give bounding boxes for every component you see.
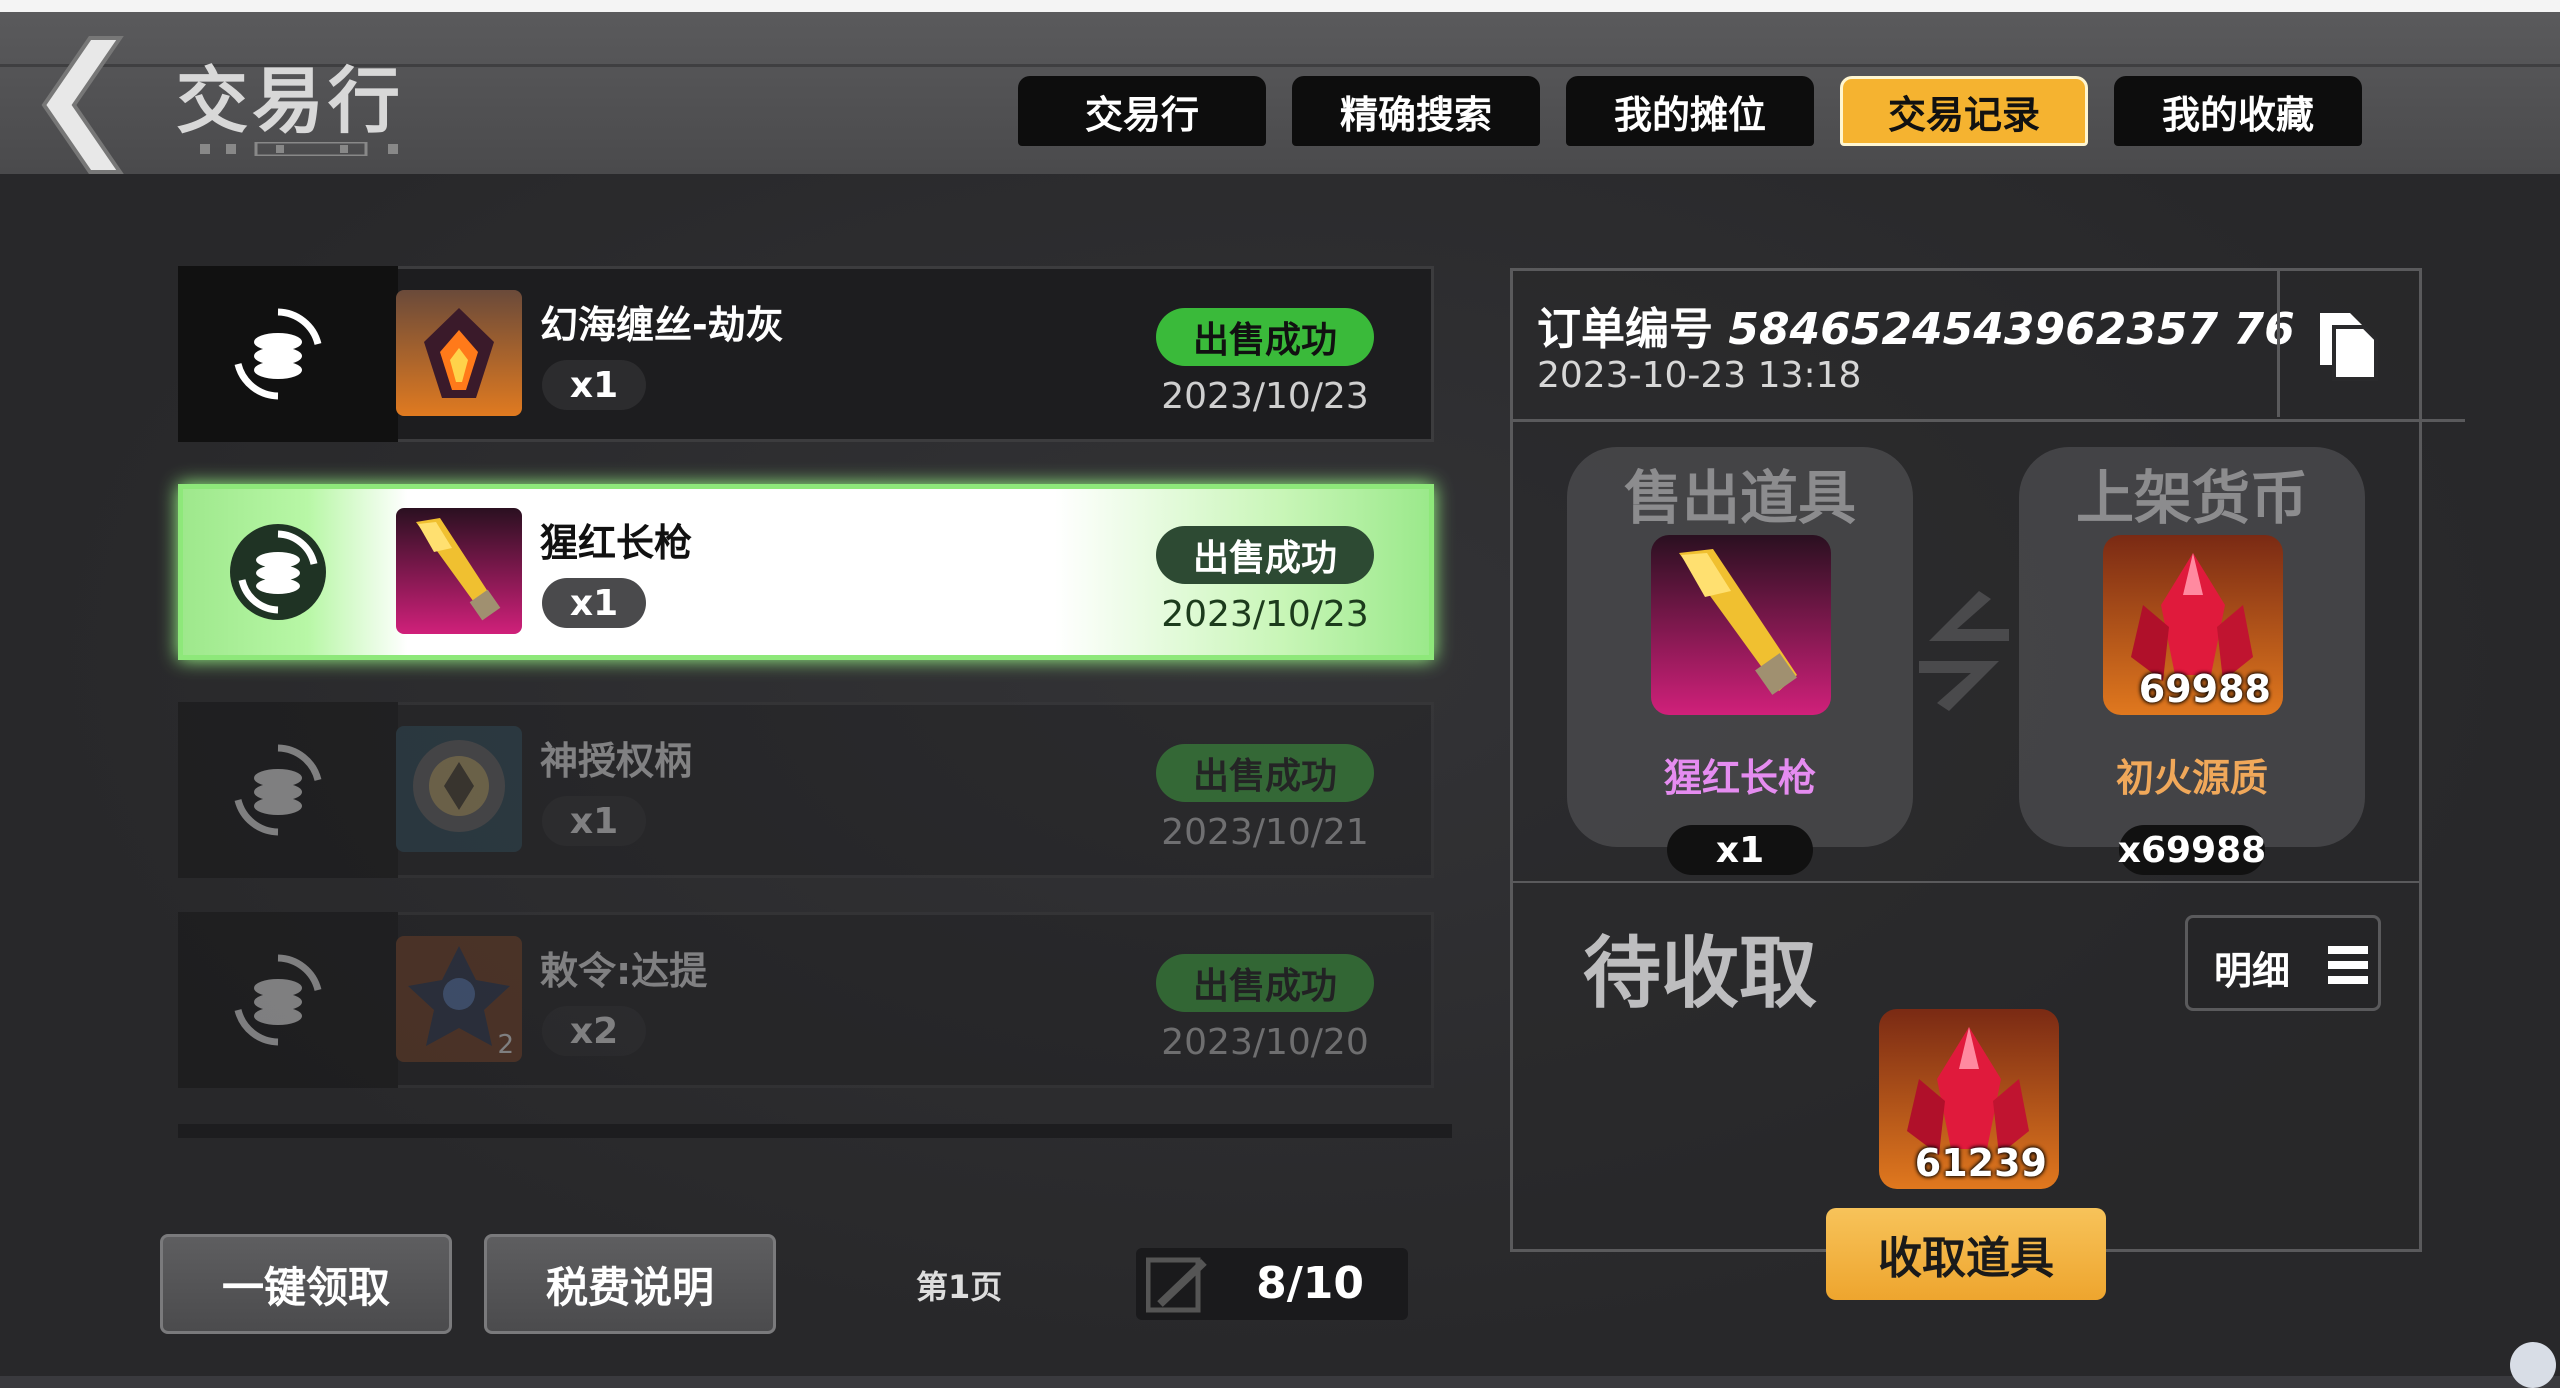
- tab-my-stall[interactable]: 我的摊位: [1566, 76, 1814, 146]
- list-icon: [2328, 946, 2368, 984]
- row-icon-cell: [178, 484, 398, 660]
- record-date: 2023/10/23: [1161, 594, 1369, 635]
- coin-exchange-icon: [230, 524, 326, 620]
- back-button[interactable]: [38, 30, 142, 180]
- tab-market[interactable]: 交易行: [1018, 76, 1266, 146]
- record-row[interactable]: 2 敕令:达提 x2 出售成功 2023/10/20: [178, 912, 1434, 1088]
- edit-icon: [1146, 1257, 1207, 1313]
- window-bottom-strip: [0, 1376, 2560, 1388]
- order-time: 2023-10-23 13:18: [1537, 355, 1862, 396]
- thumb-badge: 2: [497, 1030, 514, 1060]
- record-row[interactable]: 幻海缠丝-劫灰 x1 出售成功 2023/10/23: [178, 266, 1434, 442]
- tax-info-button[interactable]: 税费说明: [484, 1234, 776, 1334]
- crimson-lance-icon: [396, 508, 522, 634]
- exchange-arrows-icon: [1919, 591, 2009, 711]
- status-badge: 出售成功: [1156, 954, 1374, 1012]
- dark-flame-gem-icon: [396, 290, 522, 416]
- list-edge: [178, 1124, 1452, 1138]
- claim-all-button[interactable]: 一键领取: [160, 1234, 452, 1334]
- status-badge: 出售成功: [1156, 744, 1374, 802]
- price-quantity: x69988: [2118, 825, 2266, 875]
- divine-scepter-icon: [396, 726, 522, 852]
- record-date: 2023/10/23: [1161, 376, 1369, 417]
- copy-icon: [2320, 313, 2378, 381]
- item-name: 幻海缠丝-劫灰: [540, 303, 784, 347]
- price-amount-badge: 69988: [2138, 667, 2271, 711]
- page-title: 交易行: [176, 59, 405, 143]
- item-name: 猩红长枪: [540, 521, 693, 565]
- record-date: 2023/10/20: [1161, 1022, 1369, 1063]
- tab-trade-records[interactable]: 交易记录: [1840, 76, 2088, 146]
- record-date: 2023/10/21: [1161, 812, 1369, 853]
- row-icon-cell: [178, 912, 398, 1088]
- row-icon-cell: [178, 702, 398, 878]
- red-crystal-icon: 61239: [1879, 1009, 2059, 1189]
- record-row-selected[interactable]: 猩红长枪 x1 出售成功 2023/10/23: [178, 484, 1434, 660]
- row-icon-cell: [178, 266, 398, 442]
- pending-title: 待收取: [1583, 929, 1818, 1019]
- details-button[interactable]: 明细: [2185, 915, 2381, 1011]
- sold-item-quantity: x1: [1667, 825, 1813, 875]
- page-counter: 8/10: [1136, 1248, 1408, 1320]
- order-number: 订单编号 5846524543962357 76: [1537, 293, 2295, 357]
- page-label: 第1页: [916, 1268, 1003, 1306]
- chevron-left-icon: [41, 36, 124, 174]
- page-count: 8/10: [1256, 1258, 1364, 1309]
- sold-item-name: 猩红长枪: [1663, 756, 1816, 800]
- item-quantity: x1: [542, 360, 646, 410]
- item-name: 敕令:达提: [540, 949, 708, 993]
- details-label: 明细: [2214, 949, 2291, 993]
- price-currency-card: 上架货币 69988 初火源质 x69988: [2019, 447, 2365, 875]
- order-number-value: 5846524543962357 76: [1728, 304, 2295, 355]
- crimson-lance-icon: [1651, 535, 1831, 715]
- item-quantity: x1: [542, 578, 646, 628]
- order-detail-panel: 订单编号 5846524543962357 76 2023-10-23 13:1…: [1510, 268, 2465, 1252]
- window-top-strip: [0, 0, 2560, 12]
- item-quantity: x2: [542, 1006, 646, 1056]
- pending-amount: 61239: [1914, 1141, 2047, 1185]
- order-header: 订单编号 5846524543962357 76 2023-10-23 13:1…: [1513, 271, 2465, 422]
- sold-item-card: 售出道具 猩红长枪 x1: [1567, 447, 1913, 875]
- header-bar: 交易行 交易行 精确搜索 我的摊位 交易记录 我的收藏: [0, 12, 2560, 174]
- order-number-label: 订单编号: [1537, 304, 1713, 355]
- price-currency-title: 上架货币: [2075, 464, 2308, 532]
- tab-favorites[interactable]: 我的收藏: [2114, 76, 2362, 146]
- item-quantity: x1: [542, 796, 646, 846]
- tab-precise-search[interactable]: 精确搜索: [1292, 76, 1540, 146]
- coin-exchange-icon: [234, 954, 322, 1046]
- red-crystal-icon: 69988: [2103, 535, 2283, 715]
- item-name: 神授权柄: [540, 739, 693, 783]
- record-row[interactable]: 神授权柄 x1 出售成功 2023/10/21: [178, 702, 1434, 878]
- status-badge: 出售成功: [1156, 308, 1374, 366]
- edict-datti-icon: 2: [396, 936, 522, 1062]
- price-currency-name: 初火源质: [2115, 756, 2268, 800]
- claim-item-button[interactable]: 收取道具: [1826, 1208, 2106, 1300]
- section-divider: [1513, 881, 2419, 883]
- avatar[interactable]: [2510, 1342, 2556, 1388]
- copy-button[interactable]: [2277, 271, 2420, 417]
- sold-item-title: 售出道具: [1623, 464, 1856, 532]
- coin-exchange-icon: [234, 308, 322, 400]
- title-decoration: [200, 142, 398, 156]
- status-badge: 出售成功: [1156, 526, 1374, 584]
- coin-exchange-icon: [234, 744, 322, 836]
